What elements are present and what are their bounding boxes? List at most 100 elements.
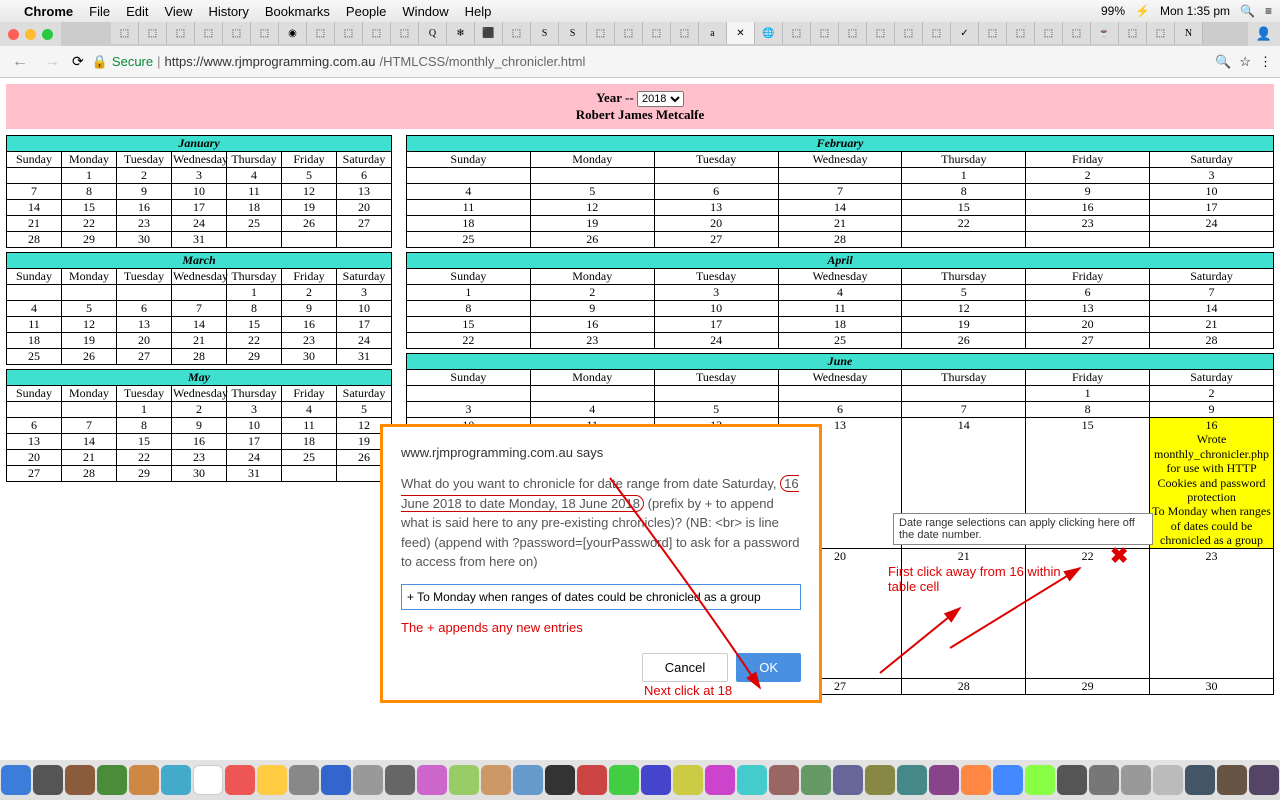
month-jan[interactable]: JanuarySundayMondayTuesdayWednesdayThurs… xyxy=(6,135,392,248)
calendar-cell[interactable]: 15 xyxy=(227,317,282,333)
menu-file[interactable]: File xyxy=(89,4,110,19)
calendar-cell[interactable]: 25 xyxy=(227,216,282,232)
calendar-cell[interactable]: 2 xyxy=(172,402,227,418)
calendar-cell[interactable]: 24 xyxy=(172,216,227,232)
calendar-cell[interactable]: 10 xyxy=(227,418,282,434)
calendar-cell[interactable]: 30 xyxy=(282,349,337,365)
calendar-cell[interactable]: 25 xyxy=(282,450,337,466)
calendar-cell[interactable]: 13 xyxy=(337,184,392,200)
calendar-cell[interactable]: 2 xyxy=(282,285,337,301)
calendar-cell[interactable]: 28 xyxy=(172,349,227,365)
calendar-cell[interactable]: 6 xyxy=(7,418,62,434)
menu-bookmarks[interactable]: Bookmarks xyxy=(265,4,330,19)
calendar-cell[interactable]: 28 xyxy=(778,232,902,248)
calendar-cell[interactable]: 10 xyxy=(337,301,392,317)
calendar-cell[interactable]: 9 xyxy=(530,301,654,317)
calendar-cell[interactable]: 29 xyxy=(62,232,117,248)
calendar-cell[interactable]: 6 xyxy=(654,184,778,200)
spotlight-icon[interactable]: 🔍 xyxy=(1240,4,1255,18)
calendar-cell[interactable]: 4 xyxy=(407,184,531,200)
zoom-icon[interactable]: 🔍 xyxy=(1215,54,1231,70)
calendar-cell[interactable]: 18 xyxy=(282,434,337,450)
calendar-cell[interactable]: 19 xyxy=(62,333,117,349)
calendar-cell[interactable]: 17 xyxy=(172,200,227,216)
calendar-cell[interactable]: 18 xyxy=(407,216,531,232)
calendar-cell[interactable]: 21 xyxy=(778,216,902,232)
calendar-cell[interactable]: 15 xyxy=(62,200,117,216)
calendar-cell[interactable]: 8 xyxy=(407,301,531,317)
calendar-cell[interactable]: 3 xyxy=(172,168,227,184)
calendar-cell[interactable]: 10 xyxy=(1150,184,1274,200)
calendar-cell[interactable]: 31 xyxy=(172,232,227,248)
calendar-cell[interactable]: 14 xyxy=(778,200,902,216)
calendar-cell[interactable]: 23 xyxy=(1026,216,1150,232)
calendar-cell[interactable]: 25 xyxy=(407,232,531,248)
calendar-cell[interactable]: 1 xyxy=(227,285,282,301)
calendar-cell[interactable]: 3 xyxy=(227,402,282,418)
calendar-cell[interactable]: 9 xyxy=(1026,184,1150,200)
calendar-cell[interactable]: 22 xyxy=(117,450,172,466)
calendar-cell[interactable]: 12 xyxy=(902,301,1026,317)
calendar-cell[interactable]: 26 xyxy=(530,232,654,248)
calendar-cell[interactable]: 12 xyxy=(530,200,654,216)
calendar-cell[interactable]: 23 xyxy=(530,333,654,349)
month-apr[interactable]: AprilSundayMondayTuesdayWednesdayThursda… xyxy=(406,252,1274,349)
calendar-cell[interactable]: 21 xyxy=(172,333,227,349)
calendar-cell[interactable]: 8 xyxy=(227,301,282,317)
year-select[interactable]: 2018 xyxy=(637,91,684,107)
calendar-cell[interactable]: 27 xyxy=(117,349,172,365)
calendar-cell[interactable]: 30 xyxy=(172,466,227,482)
calendar-cell[interactable]: 7 xyxy=(1150,285,1274,301)
calendar-cell[interactable]: 7 xyxy=(778,184,902,200)
calendar-cell[interactable]: 19 xyxy=(530,216,654,232)
calendar-cell[interactable]: 13 xyxy=(1026,301,1150,317)
calendar-cell[interactable]: 1 xyxy=(117,402,172,418)
calendar-cell[interactable]: 1 xyxy=(407,285,531,301)
calendar-cell[interactable]: 4 xyxy=(7,301,62,317)
menu-edit[interactable]: Edit xyxy=(126,4,148,19)
calendar-cell[interactable]: 25 xyxy=(778,333,902,349)
calendar-cell[interactable]: 10 xyxy=(172,184,227,200)
calendar-cell[interactable]: 20 xyxy=(1026,317,1150,333)
calendar-cell[interactable]: 26 xyxy=(282,216,337,232)
month-may[interactable]: MaySundayMondayTuesdayWednesdayThursdayF… xyxy=(6,369,392,482)
calendar-cell[interactable]: 16 xyxy=(282,317,337,333)
calendar-cell[interactable]: 1 xyxy=(902,168,1026,184)
calendar-cell[interactable]: 9 xyxy=(282,301,337,317)
calendar-cell[interactable]: 23 xyxy=(117,216,172,232)
minimize-window-button[interactable] xyxy=(25,29,36,40)
calendar-cell[interactable]: 16 xyxy=(172,434,227,450)
calendar-cell[interactable]: 23 xyxy=(172,450,227,466)
calendar-cell[interactable]: 11 xyxy=(282,418,337,434)
calendar-cell[interactable]: 13 xyxy=(654,200,778,216)
calendar-cell[interactable]: 27 xyxy=(654,232,778,248)
calendar-cell[interactable]: 22 xyxy=(902,216,1026,232)
calendar-cell[interactable]: 8 xyxy=(902,184,1026,200)
calendar-cell[interactable]: 16 xyxy=(1026,200,1150,216)
star-icon[interactable]: ☆ xyxy=(1239,54,1251,70)
calendar-cell[interactable]: 5 xyxy=(337,402,392,418)
calendar-cell[interactable]: 21 xyxy=(7,216,62,232)
calendar-cell[interactable]: 31 xyxy=(227,466,282,482)
ok-button[interactable]: OK xyxy=(736,653,801,682)
calendar-cell[interactable]: 16 xyxy=(117,200,172,216)
calendar-cell[interactable]: 20 xyxy=(654,216,778,232)
calendar-cell[interactable]: 13 xyxy=(7,434,62,450)
calendar-cell[interactable]: 2 xyxy=(117,168,172,184)
calendar-cell[interactable]: 17 xyxy=(337,317,392,333)
calendar-cell[interactable]: 15 xyxy=(407,317,531,333)
calendar-cell[interactable]: 18 xyxy=(7,333,62,349)
calendar-cell[interactable]: 19 xyxy=(282,200,337,216)
mac-dock[interactable] xyxy=(0,760,1280,800)
calendar-cell[interactable]: 6 xyxy=(337,168,392,184)
calendar-cell[interactable]: 9 xyxy=(117,184,172,200)
calendar-cell[interactable]: 24 xyxy=(337,333,392,349)
tab-strip[interactable]: ⬚⬚⬚⬚⬚⬚◉⬚⬚⬚⬚Q❄⬛⬚SS⬚⬚⬚⬚a ✕ 🌐⬚⬚⬚⬚⬚⬚✓⬚⬚⬚⬚☕⬚⬚… xyxy=(61,22,1248,46)
calendar-cell[interactable]: 4 xyxy=(282,402,337,418)
month-feb[interactable]: FebruarySundayMondayTuesdayWednesdayThur… xyxy=(406,135,1274,248)
calendar-cell[interactable]: 16 xyxy=(530,317,654,333)
calendar-cell[interactable]: 5 xyxy=(902,285,1026,301)
calendar-cell[interactable]: 28 xyxy=(1150,333,1274,349)
calendar-cell[interactable]: 7 xyxy=(62,418,117,434)
calendar-cell[interactable]: 30 xyxy=(117,232,172,248)
